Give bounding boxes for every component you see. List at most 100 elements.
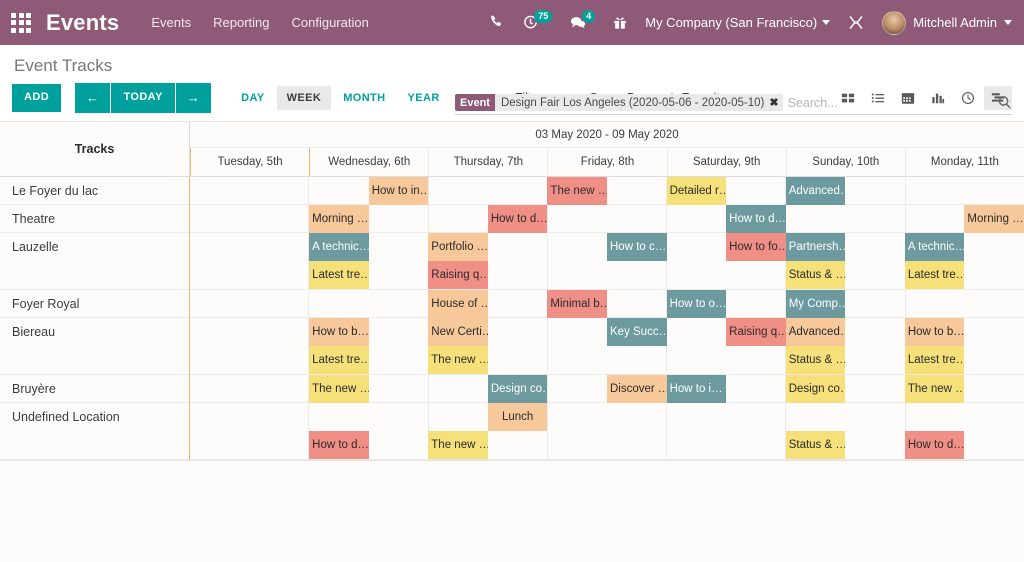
gantt-task-pill[interactable]: Latest tre… [309, 261, 369, 289]
scale-day-button[interactable]: DAY [231, 86, 274, 110]
gantt-grid: How to in…The new …Detailed r…Advanced…M… [190, 177, 1024, 460]
user-menu[interactable]: Mitchell Admin [882, 11, 1012, 35]
gantt-task-pill[interactable]: Detailed r… [667, 177, 727, 205]
gantt-row-label[interactable]: Biereau [0, 318, 189, 375]
gantt-task-pill[interactable]: Raising q… [726, 318, 786, 346]
top-navbar: Events Events Reporting Configuration 75… [0, 0, 1024, 45]
gantt-row: House of … Minimal b… How to o… My Comp… [190, 290, 1024, 318]
gantt-task-pill[interactable]: New Certi… [428, 318, 488, 346]
date-nav-group: ← TODAY → [75, 83, 211, 113]
gantt-task-pill[interactable]: How to c… [607, 233, 667, 261]
gift-icon[interactable] [613, 15, 627, 30]
messages-count-badge: 4 [582, 10, 595, 23]
gantt-task-pill[interactable]: Latest tre… [309, 346, 369, 374]
gantt-day-header: Saturday, 9th [667, 148, 786, 176]
menu-item-reporting[interactable]: Reporting [213, 15, 269, 30]
systray: 75 4 My Company (San Francisco) Mitchell… [490, 11, 1012, 35]
prev-period-button[interactable]: ← [75, 83, 110, 113]
gantt-task-pill[interactable]: Status & … [786, 346, 846, 374]
tracks-column-header: Tracks [0, 122, 190, 176]
gantt-header-right: 03 May 2020 - 09 May 2020 Tuesday, 5thWe… [190, 122, 1024, 176]
gantt-task-pill[interactable]: Latest tre… [905, 346, 965, 374]
activities-clock-icon[interactable]: 75 [523, 15, 552, 30]
activities-count-badge: 75 [534, 10, 552, 23]
gantt-row-label[interactable]: Undefined Location [0, 403, 189, 460]
today-button[interactable]: TODAY [111, 83, 174, 113]
apps-grid-icon[interactable] [8, 10, 34, 36]
gantt-task-pill[interactable]: Raising q… [428, 261, 488, 289]
gantt-column-gridlines [190, 177, 1024, 204]
gantt-task-pill[interactable]: A technic… [309, 233, 369, 261]
app-brand-events[interactable]: Events [46, 10, 119, 36]
scale-year-button[interactable]: YEAR [398, 86, 450, 110]
debug-tools-icon[interactable] [848, 15, 864, 30]
gantt-task-pill[interactable]: Minimal b… [547, 290, 607, 318]
gantt-row-label[interactable]: Lauzelle [0, 233, 189, 290]
gantt-row: How to b…Latest tre…New Certi…The new …K… [190, 318, 1024, 375]
facet-value: Design Fair Los Angeles (2020-05-06 - 20… [495, 94, 783, 111]
search-input[interactable] [783, 96, 997, 110]
gantt-task-pill[interactable]: The new … [309, 375, 369, 403]
gantt-task-pill[interactable]: House of … [428, 290, 488, 318]
phone-icon[interactable] [490, 15, 505, 30]
gantt-task-pill[interactable]: Advanced… [786, 177, 846, 205]
gantt-task-pill[interactable]: How to b… [309, 318, 369, 346]
gantt-task-pill[interactable]: How to o… [667, 290, 727, 318]
gantt-task-pill[interactable]: How to fo… [726, 233, 786, 261]
search-facet-event[interactable]: Event Design Fair Los Angeles (2020-05-0… [455, 94, 783, 111]
gantt-task-pill[interactable]: Latest tre… [905, 261, 965, 289]
chevron-down-icon [1004, 20, 1012, 25]
gantt-row-label-text: Le Foyer du lac [12, 184, 98, 198]
messages-chat-icon[interactable]: 4 [570, 15, 595, 30]
gantt-task-pill[interactable]: Design co… [786, 375, 846, 403]
gantt-task-pill[interactable]: Discover … [607, 375, 667, 403]
gantt-task-pill[interactable]: Key Succ… [607, 318, 667, 346]
gantt-task-pill[interactable]: Partnersh… [786, 233, 846, 261]
gantt-task-pill[interactable]: Portfolio … [428, 233, 488, 261]
gantt-task-pill[interactable]: The new … [428, 346, 488, 374]
gantt-day-header: Tuesday, 5th [190, 148, 309, 176]
gantt-task-pill[interactable]: How to i… [667, 375, 727, 403]
gantt-row-label[interactable]: Bruyère [0, 375, 189, 403]
chevron-down-icon [822, 20, 830, 25]
gantt-task-pill[interactable]: Morning … [309, 205, 369, 233]
gantt-task-pill[interactable]: How to d… [488, 205, 548, 233]
search-icon[interactable] [997, 95, 1012, 110]
gantt-task-pill[interactable]: The new … [428, 431, 488, 459]
gantt-task-pill[interactable]: Advanced… [786, 318, 846, 346]
gantt-day-header: Thursday, 7th [428, 148, 547, 176]
gantt-row: A technic…Latest tre…Portfolio …Raising … [190, 233, 1024, 290]
menu-item-events[interactable]: Events [151, 15, 191, 30]
gantt-day-header: Monday, 11th [905, 148, 1024, 176]
gantt-row-label[interactable]: Foyer Royal [0, 290, 189, 318]
gantt-task-pill[interactable]: How to b… [905, 318, 965, 346]
gantt-task-pill[interactable]: My Comp… [786, 290, 846, 318]
gantt-task-pill[interactable]: A technic… [905, 233, 965, 261]
scale-week-button[interactable]: WEEK [277, 86, 332, 110]
gantt-day-header: Wednesday, 6th [309, 148, 428, 176]
gantt-task-pill[interactable]: The new … [547, 177, 607, 205]
company-switcher[interactable]: My Company (San Francisco) [645, 15, 830, 30]
close-icon[interactable]: ✖ [769, 96, 778, 109]
main-menu: Events Reporting Configuration [151, 15, 368, 30]
gantt-task-pill[interactable]: Status & … [786, 261, 846, 289]
menu-item-configuration[interactable]: Configuration [291, 15, 368, 30]
gantt-task-pill[interactable]: How to d… [726, 205, 786, 233]
gantt-row-label-text: Undefined Location [12, 410, 120, 424]
gantt-row: The new … Design co… Discover …How to i… De… [190, 375, 1024, 403]
gantt-row-label[interactable]: Theatre [0, 205, 189, 233]
gantt-row-labels: Le Foyer du lac TheatreLauzelleFoyer Roya… [0, 177, 190, 460]
gantt-task-pill[interactable]: The new … [905, 375, 965, 403]
gantt-row-label[interactable]: Le Foyer du lac [0, 177, 189, 205]
scale-month-button[interactable]: MONTH [333, 86, 395, 110]
gantt-task-pill[interactable]: How to d… [905, 431, 965, 459]
gantt-day-header: Sunday, 10th [786, 148, 905, 176]
add-button[interactable]: ADD [12, 84, 61, 112]
next-period-button[interactable]: → [176, 83, 211, 113]
gantt-task-pill[interactable]: How to d… [309, 431, 369, 459]
gantt-task-pill[interactable]: Status & … [786, 431, 846, 459]
gantt-task-pill[interactable]: Morning … [964, 205, 1024, 233]
gantt-task-pill[interactable]: How to in… [369, 177, 429, 205]
gantt-task-pill[interactable]: Design co… [488, 375, 548, 403]
gantt-task-pill[interactable]: Lunch [488, 403, 548, 431]
